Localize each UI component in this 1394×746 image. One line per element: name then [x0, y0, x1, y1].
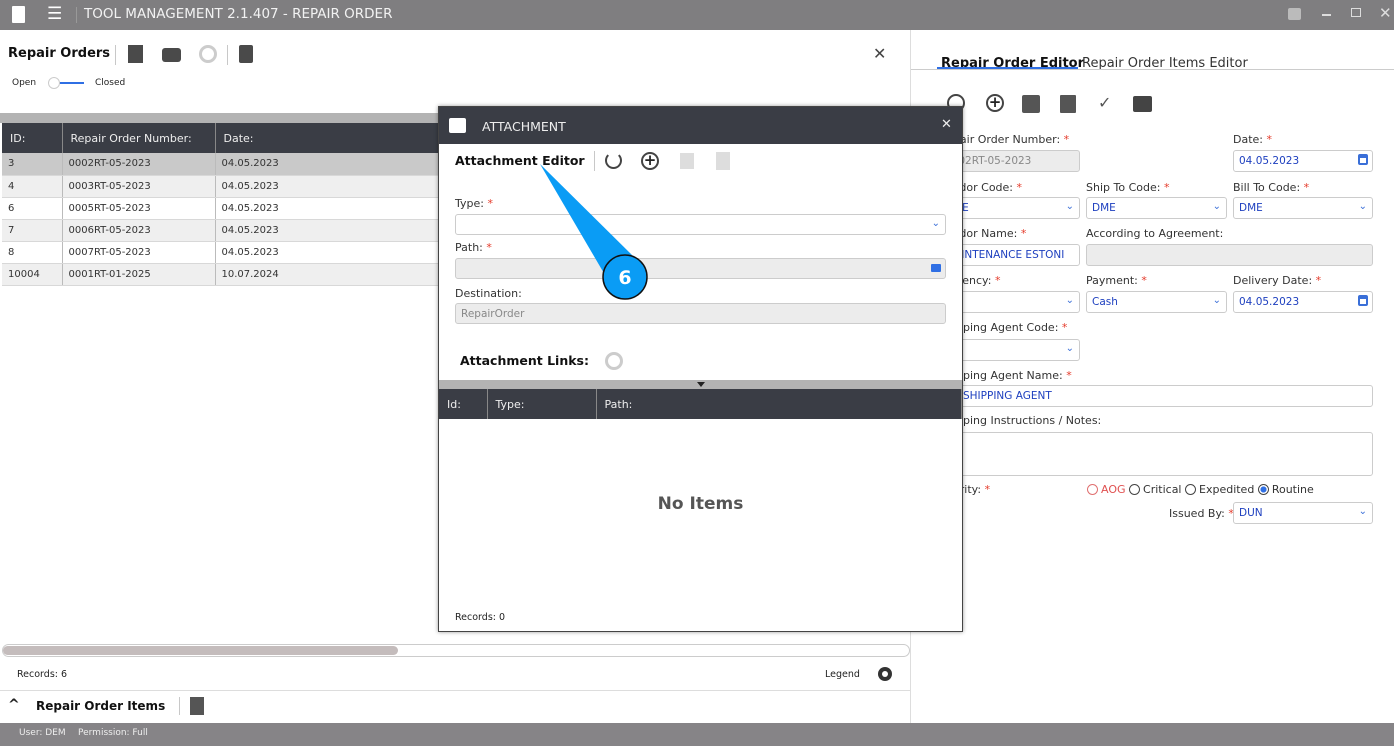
- callout-number: 6: [618, 267, 631, 289]
- callout-annotation: 6: [540, 164, 648, 300]
